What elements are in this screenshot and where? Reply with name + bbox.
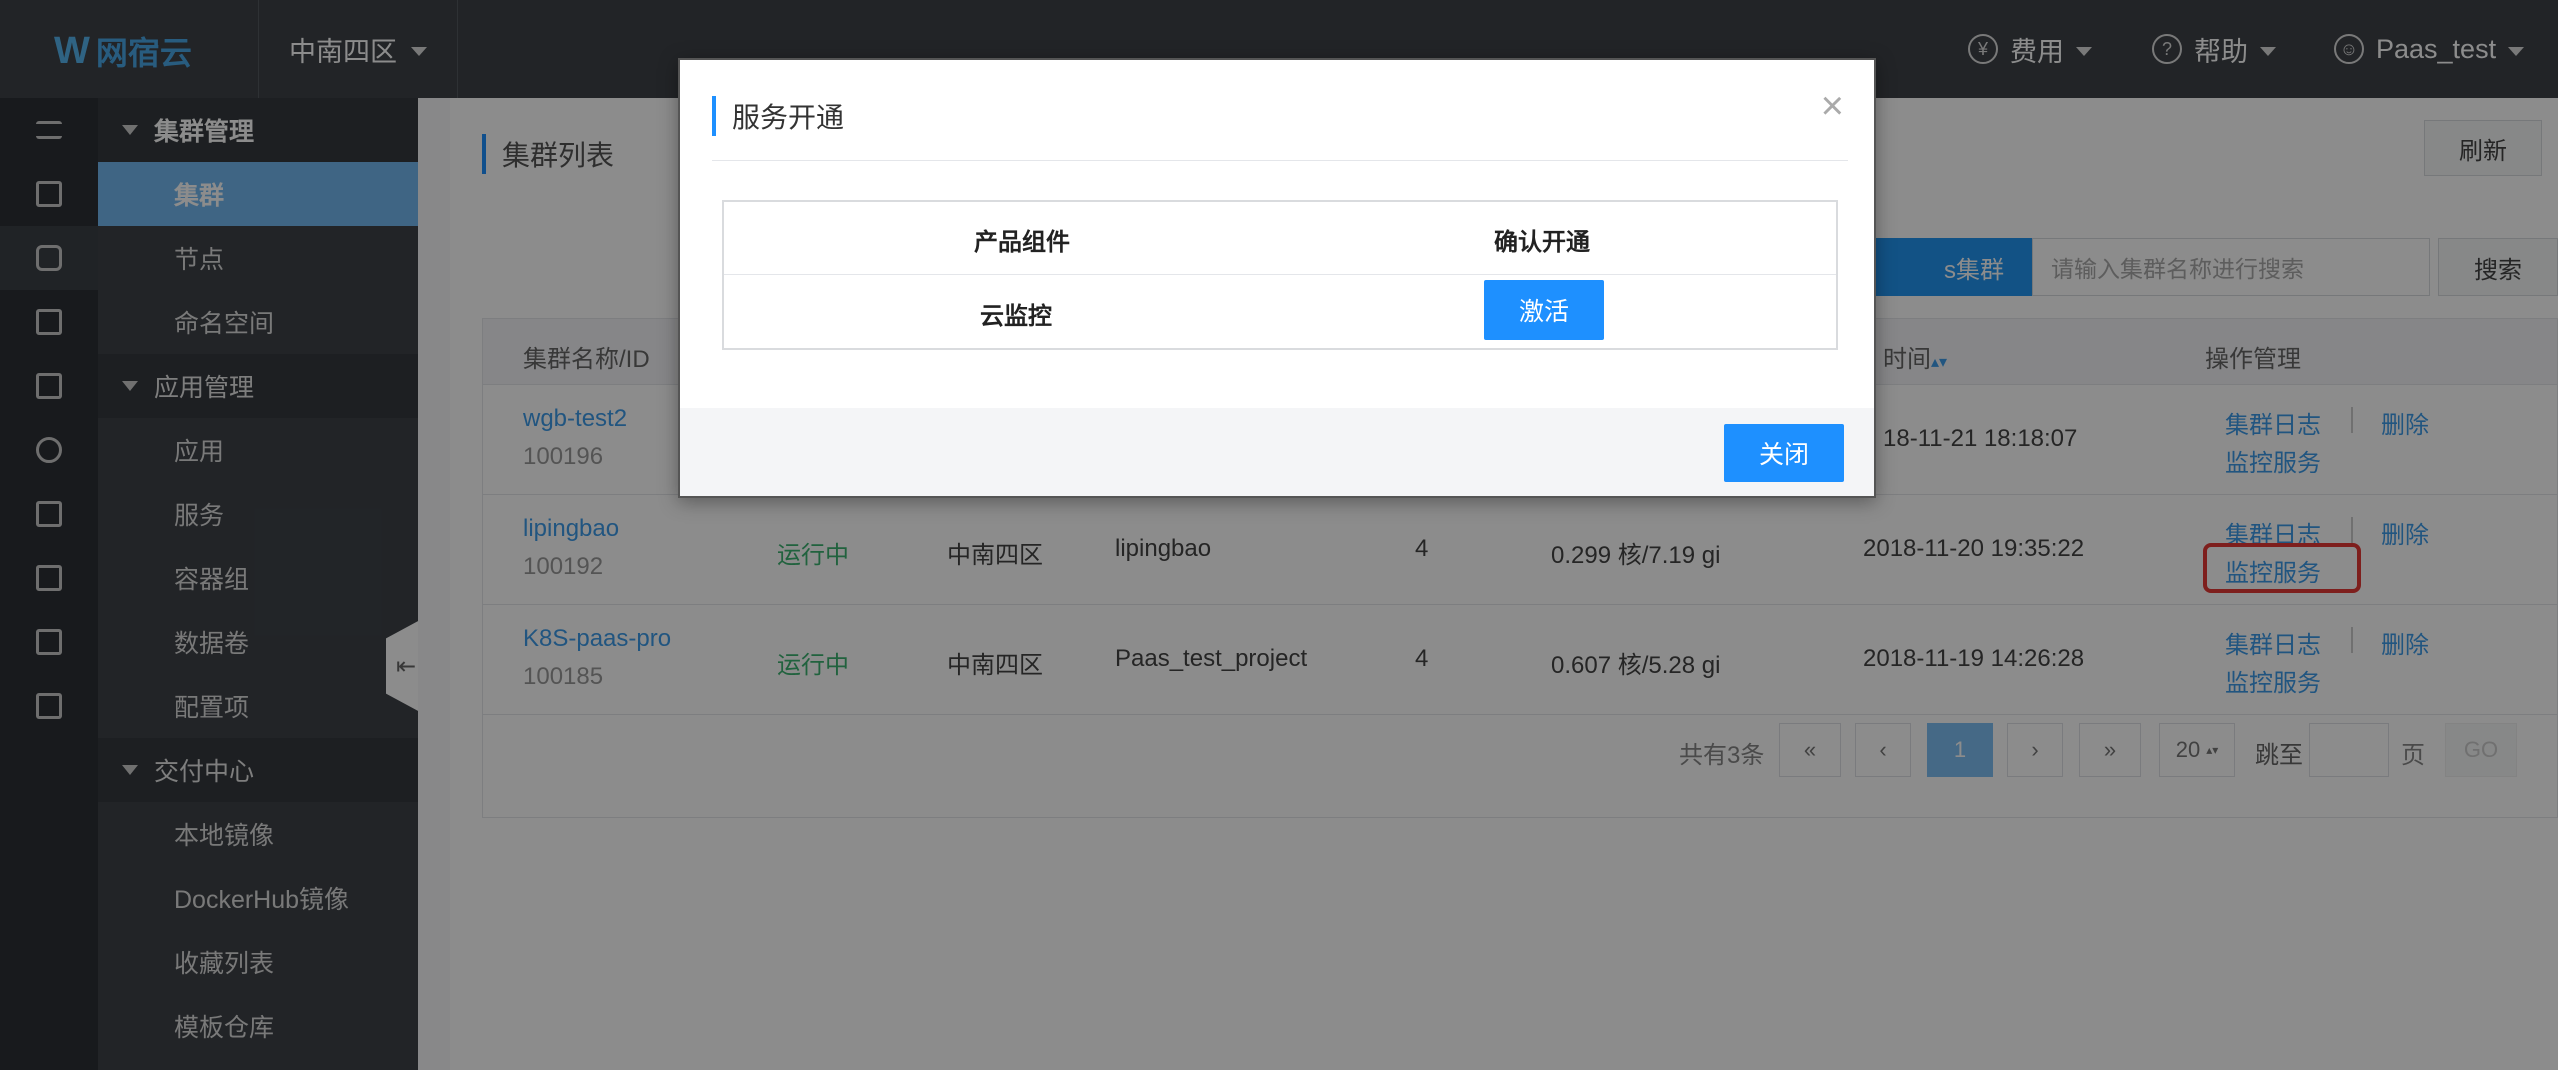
component-name: 云监控 <box>980 303 1052 330</box>
modal-divider <box>712 160 1848 161</box>
activate-button[interactable]: 激活 <box>1484 280 1604 340</box>
modal-title: 服务开通 <box>712 96 844 136</box>
close-icon[interactable]: × <box>1821 84 1844 129</box>
service-table: 产品组件 确认开通 云监控 激活 <box>722 200 1838 350</box>
col-header-confirm: 确认开通 <box>1494 229 1590 256</box>
col-header-component: 产品组件 <box>974 229 1070 256</box>
modal-footer: 关闭 <box>680 408 1874 496</box>
service-activation-modal: 服务开通 × 产品组件 确认开通 云监控 激活 关闭 <box>678 58 1876 498</box>
table-divider <box>724 274 1836 275</box>
close-button[interactable]: 关闭 <box>1724 424 1844 482</box>
